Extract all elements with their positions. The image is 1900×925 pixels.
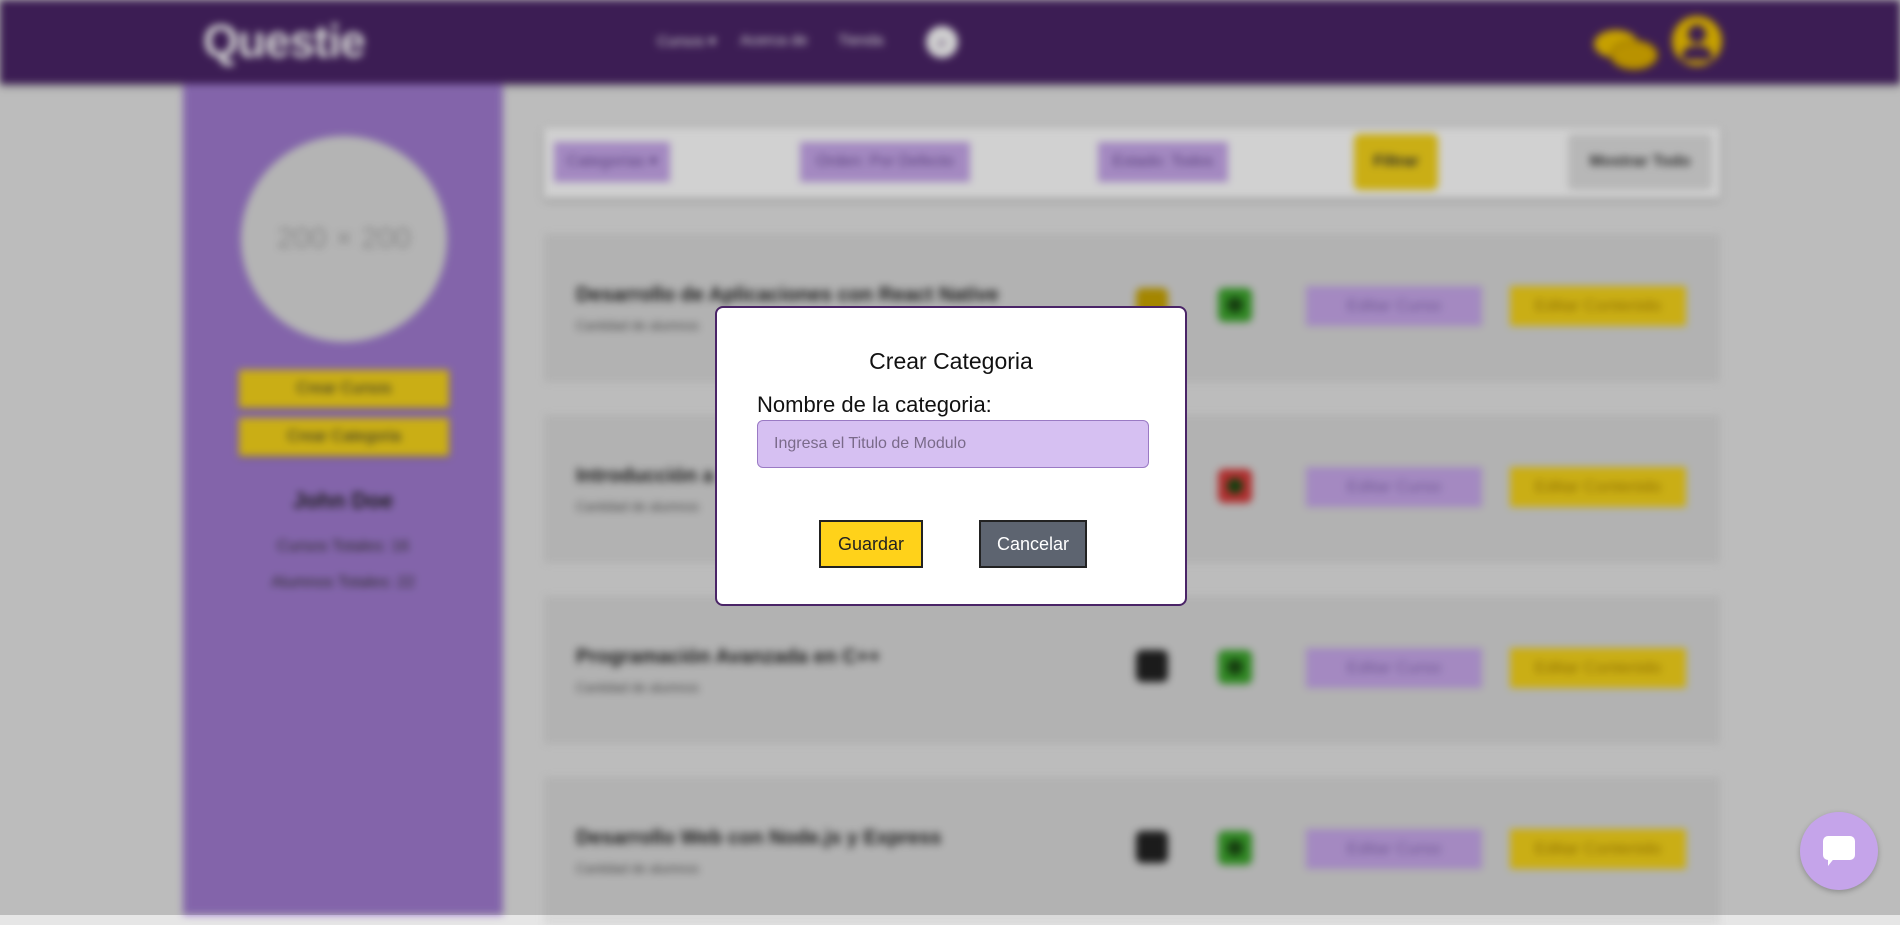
crear-categoria-modal: Crear Categoria Nombre de la categoria: … — [715, 306, 1187, 606]
categoria-name-label: Nombre de la categoria: — [757, 392, 992, 417]
modal-title: Crear Categoria — [869, 348, 1033, 374]
guardar-button[interactable]: Guardar — [819, 520, 923, 568]
chat-button[interactable] — [1800, 812, 1878, 890]
cancelar-button[interactable]: Cancelar — [979, 520, 1087, 568]
categoria-name-input[interactable] — [757, 420, 1149, 468]
